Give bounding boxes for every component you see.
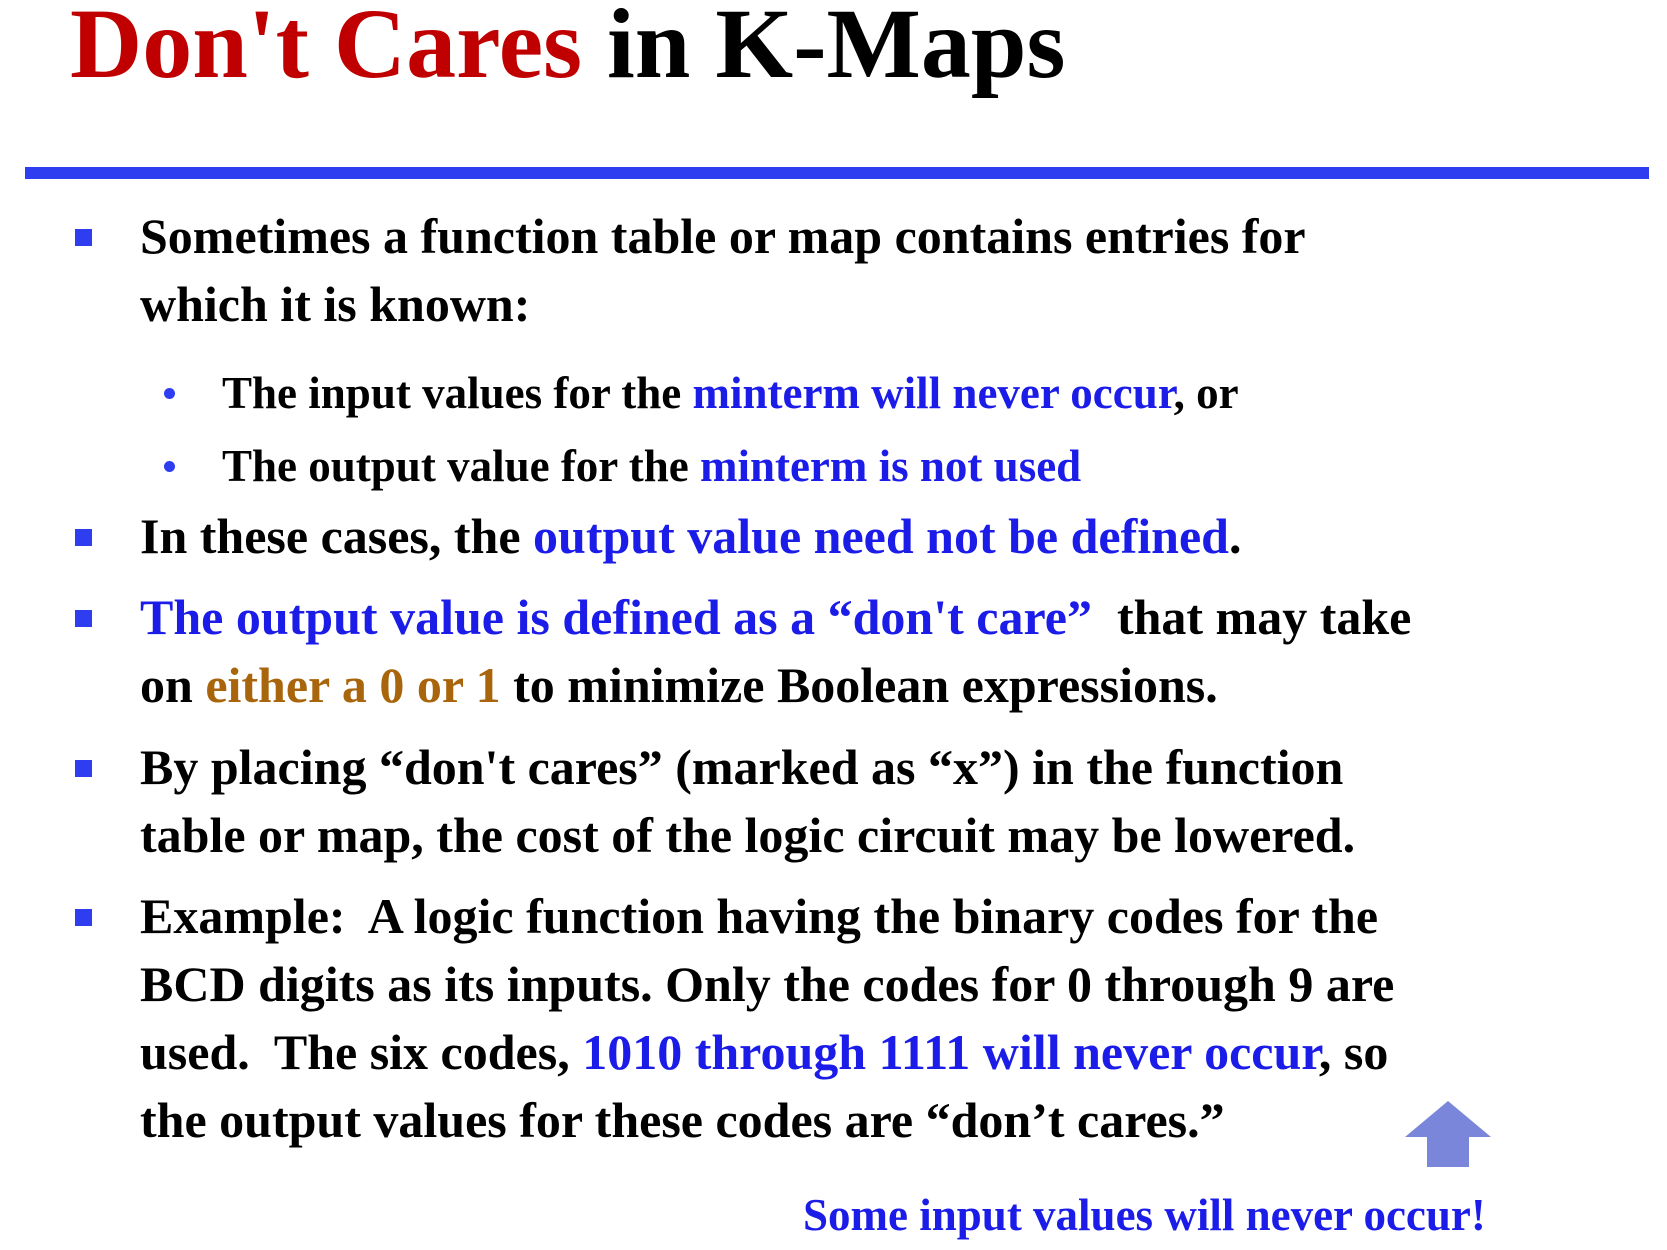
bullet-3-gold-highlight: either a 0 or 1 (205, 657, 501, 713)
bullet-2-tail: . (1228, 508, 1242, 564)
bullet-2-highlight: output value need not be defined (533, 508, 1229, 564)
title-divider (25, 167, 1649, 179)
bullet-3-highlight: The output value is defined as a “don't … (140, 589, 1092, 645)
bullet-3: The output value is defined as a “don't … (140, 583, 1640, 719)
title-highlight: Don't Cares (70, 0, 583, 99)
bullet-1: Sometimes a function table or map contai… (140, 202, 1640, 338)
sub-bullet-1-tail: , or (1173, 368, 1239, 418)
sub-bullet-2-highlight: minterm is not used (699, 441, 1082, 491)
bullet-5-highlight: 1010 through 1111 will never occur (582, 1024, 1319, 1080)
bullet-3-text: that may take (1091, 589, 1412, 645)
bullet-square-icon (75, 529, 92, 546)
bullet-3-line-2-tail: to minimize Boolean expressions. (500, 657, 1218, 713)
sub-bullet-2: The output value for the minterm is not … (222, 436, 1622, 496)
bullet-square-icon (75, 760, 92, 777)
sub-bullet-dot-icon (164, 461, 175, 472)
up-arrow-icon (1405, 1101, 1491, 1167)
bullet-4: By placing “don't cares” (marked as “x”)… (140, 733, 1640, 869)
sub-bullet-dot-icon (164, 388, 175, 399)
bullet-2-text: In these cases, the (140, 508, 534, 564)
bullet-5-line-3-tail: , so (1318, 1024, 1389, 1080)
bullet-4-line-2: table or map, the cost of the logic circ… (140, 807, 1356, 863)
bullet-3-line-2-text: on (140, 657, 206, 713)
sub-bullet-1-highlight: minterm will never occur (692, 368, 1174, 418)
bullet-square-icon (75, 909, 92, 926)
bullet-square-icon (75, 610, 92, 627)
callout-caption: Some input values will never occur! (803, 1190, 1486, 1240)
sub-bullet-1-text: The input values for the (222, 368, 693, 418)
bullet-1-line-2: which it is known: (140, 276, 531, 332)
bullet-5-line-4: the output values for these codes are “d… (140, 1092, 1225, 1148)
title-rest: in K-Maps (582, 0, 1066, 99)
bullet-5-line-1: Example: A logic function having the bin… (140, 888, 1379, 944)
bullet-1-line-1: Sometimes a function table or map contai… (140, 208, 1306, 264)
bullet-4-line-1: By placing “don't cares” (marked as “x”)… (140, 739, 1344, 795)
bullet-5-line-3-text: used. The six codes, (140, 1024, 583, 1080)
sub-bullet-1: The input values for the minterm will ne… (222, 363, 1622, 423)
bullet-square-icon (75, 229, 92, 246)
bullet-5-line-2: BCD digits as its inputs. Only the codes… (140, 956, 1395, 1012)
sub-bullet-2-text: The output value for the (222, 441, 700, 491)
bullet-2: In these cases, the output value need no… (140, 502, 1640, 570)
slide-title: Don't Cares in K-Maps (70, 0, 1065, 104)
